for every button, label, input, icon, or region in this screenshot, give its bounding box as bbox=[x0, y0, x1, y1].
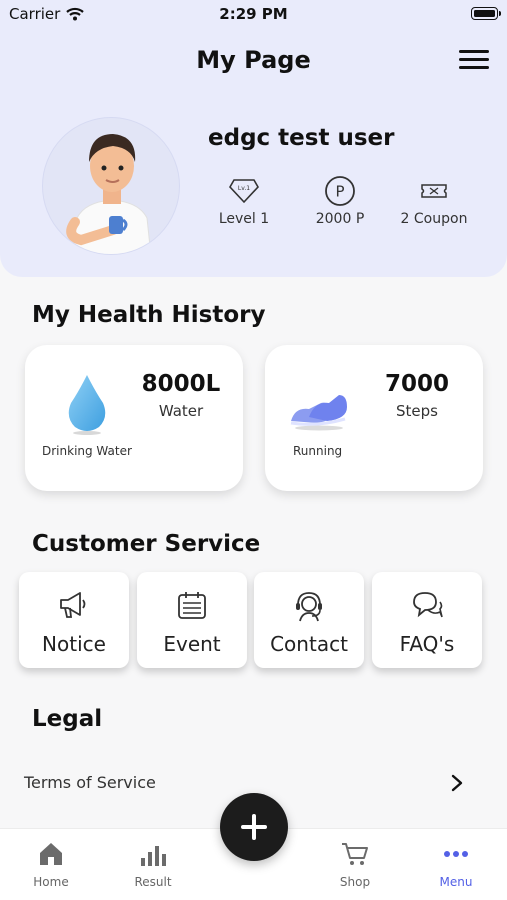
points-icon: P bbox=[325, 176, 355, 206]
water-caption: Drinking Water bbox=[42, 444, 132, 458]
steps-unit: Steps bbox=[396, 402, 438, 420]
bar-chart-icon bbox=[141, 846, 166, 866]
svg-text:P: P bbox=[335, 183, 344, 201]
nav-shop-label: Shop bbox=[339, 875, 371, 889]
faq-label: FAQ's bbox=[399, 632, 455, 656]
status-time: 2:29 PM bbox=[219, 5, 288, 23]
page-title: My Page bbox=[196, 46, 311, 74]
ticket-icon bbox=[421, 184, 447, 198]
coupon-stat[interactable]: 2 Coupon bbox=[398, 175, 470, 227]
contact-label: Contact bbox=[270, 632, 348, 656]
terms-of-service-label: Terms of Service bbox=[24, 773, 156, 792]
contact-button[interactable]: Contact bbox=[254, 572, 364, 668]
status-bar: Carrier 2:29 PM bbox=[0, 0, 507, 28]
nav-shop[interactable]: Shop bbox=[310, 839, 400, 889]
nav-result-label: Result bbox=[134, 875, 172, 889]
nav-home[interactable]: Home bbox=[6, 839, 96, 889]
running-shoes-icon bbox=[290, 395, 347, 431]
event-label: Event bbox=[163, 632, 221, 656]
notice-button[interactable]: Notice bbox=[19, 572, 129, 668]
diamond-level-icon: Lv.1 bbox=[229, 179, 259, 204]
megaphone-icon bbox=[60, 592, 86, 618]
legal-title: Legal bbox=[32, 706, 103, 732]
coupon-label: 2 Coupon bbox=[400, 211, 468, 227]
chevron-right-icon bbox=[451, 774, 463, 792]
more-dots-icon bbox=[444, 851, 468, 857]
water-value: 8000L bbox=[141, 371, 221, 397]
nav-menu-label: Menu bbox=[439, 875, 473, 889]
battery-icon bbox=[471, 7, 501, 20]
steps-value: 7000 bbox=[384, 371, 449, 397]
svg-text:Lv.1: Lv.1 bbox=[238, 185, 250, 192]
running-card[interactable]: 7000 Steps Running bbox=[265, 345, 483, 491]
water-unit: Water bbox=[158, 402, 204, 420]
home-icon bbox=[40, 843, 62, 865]
points-label: 2000 P bbox=[315, 211, 365, 227]
running-caption: Running bbox=[293, 444, 343, 458]
username: edgc test user bbox=[208, 125, 395, 151]
level-label: Level 1 bbox=[218, 211, 270, 227]
profile-header: Carrier 2:29 PM My Page edgc test user L… bbox=[0, 0, 507, 277]
points-stat[interactable]: P 2000 P bbox=[306, 175, 374, 227]
avatar[interactable] bbox=[42, 117, 180, 255]
user-avatar-illustration bbox=[66, 134, 152, 254]
health-history-title: My Health History bbox=[32, 302, 266, 328]
calendar-icon bbox=[178, 592, 206, 619]
headset-icon bbox=[296, 592, 322, 622]
add-button[interactable] bbox=[220, 793, 288, 861]
chat-bubbles-icon bbox=[413, 592, 443, 618]
level-stat[interactable]: Lv.1 Level 1 bbox=[212, 175, 276, 227]
water-drop-icon bbox=[68, 375, 106, 435]
nav-result[interactable]: Result bbox=[108, 839, 198, 889]
customer-service-title: Customer Service bbox=[32, 531, 261, 557]
nav-home-label: Home bbox=[33, 875, 69, 889]
nav-menu[interactable]: Menu bbox=[411, 839, 501, 889]
event-button[interactable]: Event bbox=[137, 572, 247, 668]
hamburger-menu-icon[interactable] bbox=[459, 48, 489, 72]
faq-button[interactable]: FAQ's bbox=[372, 572, 482, 668]
cart-icon bbox=[342, 843, 368, 865]
notice-label: Notice bbox=[42, 632, 106, 656]
water-card[interactable]: 8000L Water Drinking Water bbox=[25, 345, 243, 491]
